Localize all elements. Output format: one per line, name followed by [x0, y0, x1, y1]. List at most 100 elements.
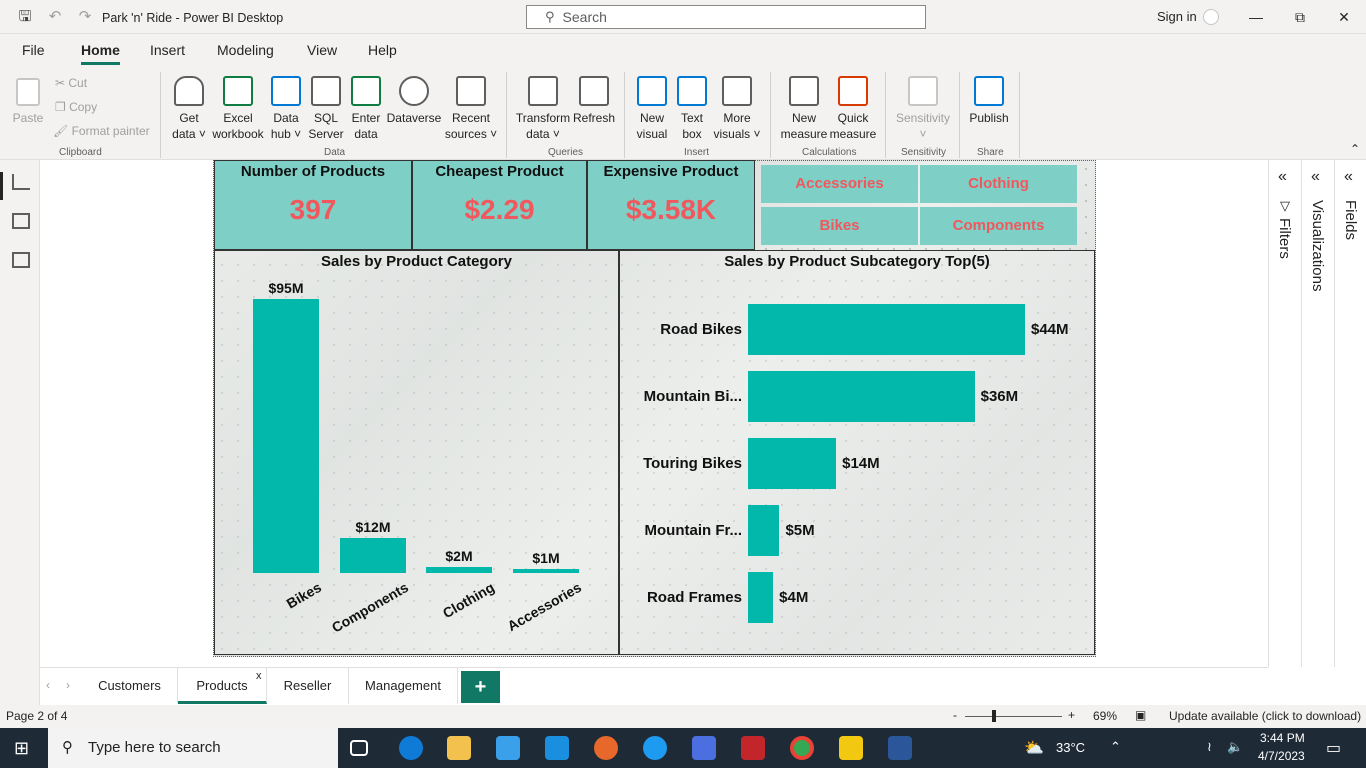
column-bar[interactable] — [426, 567, 492, 573]
tray-chevron-icon[interactable]: ⌃ — [1110, 739, 1121, 755]
get-data-button[interactable]: Get data ˅ — [168, 76, 210, 142]
visualizations-pane[interactable]: « Visualizations — [1301, 160, 1334, 667]
slicer-bikes[interactable]: Bikes — [761, 207, 918, 245]
menu-file[interactable]: File — [22, 42, 45, 58]
publish-button[interactable]: Publish — [967, 76, 1011, 126]
search-input[interactable]: ⚲ Search — [526, 5, 926, 29]
viva-icon[interactable] — [741, 736, 765, 760]
volume-icon[interactable]: 🔈 — [1227, 739, 1243, 755]
kpi-card-expensive-product[interactable]: Expensive Product $3.58K — [587, 160, 755, 250]
bar[interactable] — [748, 304, 1025, 355]
edge-icon[interactable] — [399, 736, 423, 760]
bar[interactable] — [748, 572, 774, 623]
tab-customers[interactable]: Customers — [82, 668, 178, 704]
sign-in-link[interactable]: Sign in — [1157, 9, 1197, 24]
task-view-icon[interactable] — [350, 740, 368, 756]
chart-title: Sales by Product Category — [321, 253, 512, 270]
zoom-in-button[interactable]: + — [1068, 708, 1075, 722]
bar[interactable] — [748, 438, 837, 489]
power-bi-icon[interactable] — [839, 736, 863, 760]
word-icon[interactable] — [888, 736, 912, 760]
data-view-icon[interactable] — [12, 213, 30, 229]
sensitivity-button[interactable]: Sensitivity ˅ — [893, 76, 953, 142]
new-visual-button[interactable]: New visual — [632, 76, 672, 142]
next-page-icon[interactable]: › — [66, 678, 70, 692]
kpi-card-cheapest-product[interactable]: Cheapest Product $2.29 — [412, 160, 587, 250]
store-icon[interactable] — [496, 736, 520, 760]
undo-icon[interactable]: ↶ — [46, 8, 64, 26]
power-automate-icon[interactable] — [692, 736, 716, 760]
mail-icon[interactable] — [545, 736, 569, 760]
transform-data-button[interactable]: Transform data ˅ — [514, 76, 572, 142]
bar[interactable] — [748, 371, 975, 422]
chrome-icon[interactable] — [790, 736, 814, 760]
avatar[interactable] — [1203, 9, 1219, 25]
save-icon[interactable]: 🖫 — [16, 8, 34, 26]
menu-home[interactable]: Home — [81, 42, 120, 58]
expand-visualizations-icon[interactable]: « — [1311, 168, 1320, 186]
column-bar[interactable] — [340, 538, 406, 573]
paste-button[interactable]: Paste — [10, 78, 46, 126]
slicer-accessories[interactable]: Accessories — [761, 165, 918, 203]
weather-icon[interactable]: ⛅ — [1024, 738, 1044, 758]
sql-server-button[interactable]: SQL Server — [307, 76, 345, 142]
menu-modeling[interactable]: Modeling — [217, 42, 274, 58]
fields-pane[interactable]: « Fields — [1334, 160, 1366, 667]
update-notice[interactable]: Update available (click to download) — [1169, 709, 1361, 723]
zoom-out-button[interactable]: - — [953, 708, 957, 722]
zoom-slider-thumb[interactable] — [992, 710, 996, 722]
format-painter-button[interactable]: 🖌 Format painter — [53, 124, 150, 138]
ribbon-separator — [160, 72, 161, 158]
redo-icon[interactable]: ↷ — [76, 8, 94, 26]
clock-time[interactable]: 3:44 PM — [1260, 731, 1305, 745]
menu-view[interactable]: View — [307, 42, 337, 58]
recent-sources-button[interactable]: Recent sources ˅ — [442, 76, 500, 142]
zoom-slider[interactable] — [965, 716, 1062, 717]
refresh-button[interactable]: Refresh — [572, 76, 616, 126]
slicer-components[interactable]: Components — [920, 207, 1077, 245]
column-bar[interactable] — [513, 569, 579, 573]
enter-data-button[interactable]: Enter data — [348, 76, 384, 142]
close-icon[interactable]: ✕ — [1334, 9, 1354, 26]
excel-workbook-button[interactable]: Excel workbook — [210, 76, 266, 142]
kpi-card-number-of-products[interactable]: Number of Products 397 — [214, 160, 412, 250]
tab-reseller[interactable]: Reseller — [267, 668, 349, 704]
windows-start-icon[interactable]: ⊞ — [14, 738, 29, 759]
minimize-icon[interactable]: — — [1246, 9, 1266, 25]
notifications-icon[interactable]: ▭ — [1326, 738, 1341, 758]
firefox-icon[interactable] — [594, 736, 618, 760]
copy-button[interactable]: ❐ Copy — [55, 100, 97, 114]
refresh-icon — [579, 76, 609, 106]
close-tab-icon[interactable]: x — [256, 670, 262, 682]
file-explorer-icon[interactable] — [447, 736, 471, 760]
tab-management[interactable]: Management — [349, 668, 458, 704]
twitter-icon[interactable] — [643, 736, 667, 760]
cut-button[interactable]: ✂ Cut — [55, 76, 87, 90]
restore-icon[interactable]: ⧉ — [1290, 9, 1310, 26]
text-box-button[interactable]: Text box — [674, 76, 710, 142]
report-view-icon[interactable] — [12, 174, 30, 190]
new-measure-button[interactable]: New measure — [780, 76, 828, 142]
clock-date[interactable]: 4/7/2023 — [1258, 749, 1305, 763]
weather-temp[interactable]: 33°C — [1056, 740, 1085, 755]
network-icon[interactable]: ≀ — [1207, 739, 1212, 755]
dataverse-button[interactable]: Dataverse — [386, 76, 442, 126]
taskbar-search-input[interactable]: ⚲ Type here to search — [48, 728, 338, 768]
add-page-button[interactable]: + — [461, 671, 500, 703]
quick-measure-button[interactable]: Quick measure — [828, 76, 878, 142]
prev-page-icon[interactable]: ‹ — [46, 678, 50, 692]
expand-fields-icon[interactable]: « — [1344, 168, 1353, 186]
bar[interactable] — [748, 505, 780, 556]
slicer-clothing[interactable]: Clothing — [920, 165, 1077, 203]
expand-filters-icon[interactable]: « — [1278, 168, 1287, 186]
data-hub-button[interactable]: Data hub ˅ — [267, 76, 305, 142]
more-visuals-button[interactable]: More visuals ˅ — [712, 76, 762, 142]
fit-to-page-icon[interactable]: ▣ — [1135, 708, 1146, 722]
filters-pane[interactable]: « ▽ Filters — [1268, 160, 1301, 667]
column-bar[interactable] — [253, 299, 319, 573]
collapse-ribbon-icon[interactable]: ⌃ — [1350, 142, 1360, 156]
menu-help[interactable]: Help — [368, 42, 397, 58]
menu-insert[interactable]: Insert — [150, 42, 185, 58]
model-view-icon[interactable] — [12, 252, 30, 268]
tab-products[interactable]: Products — [178, 668, 267, 704]
